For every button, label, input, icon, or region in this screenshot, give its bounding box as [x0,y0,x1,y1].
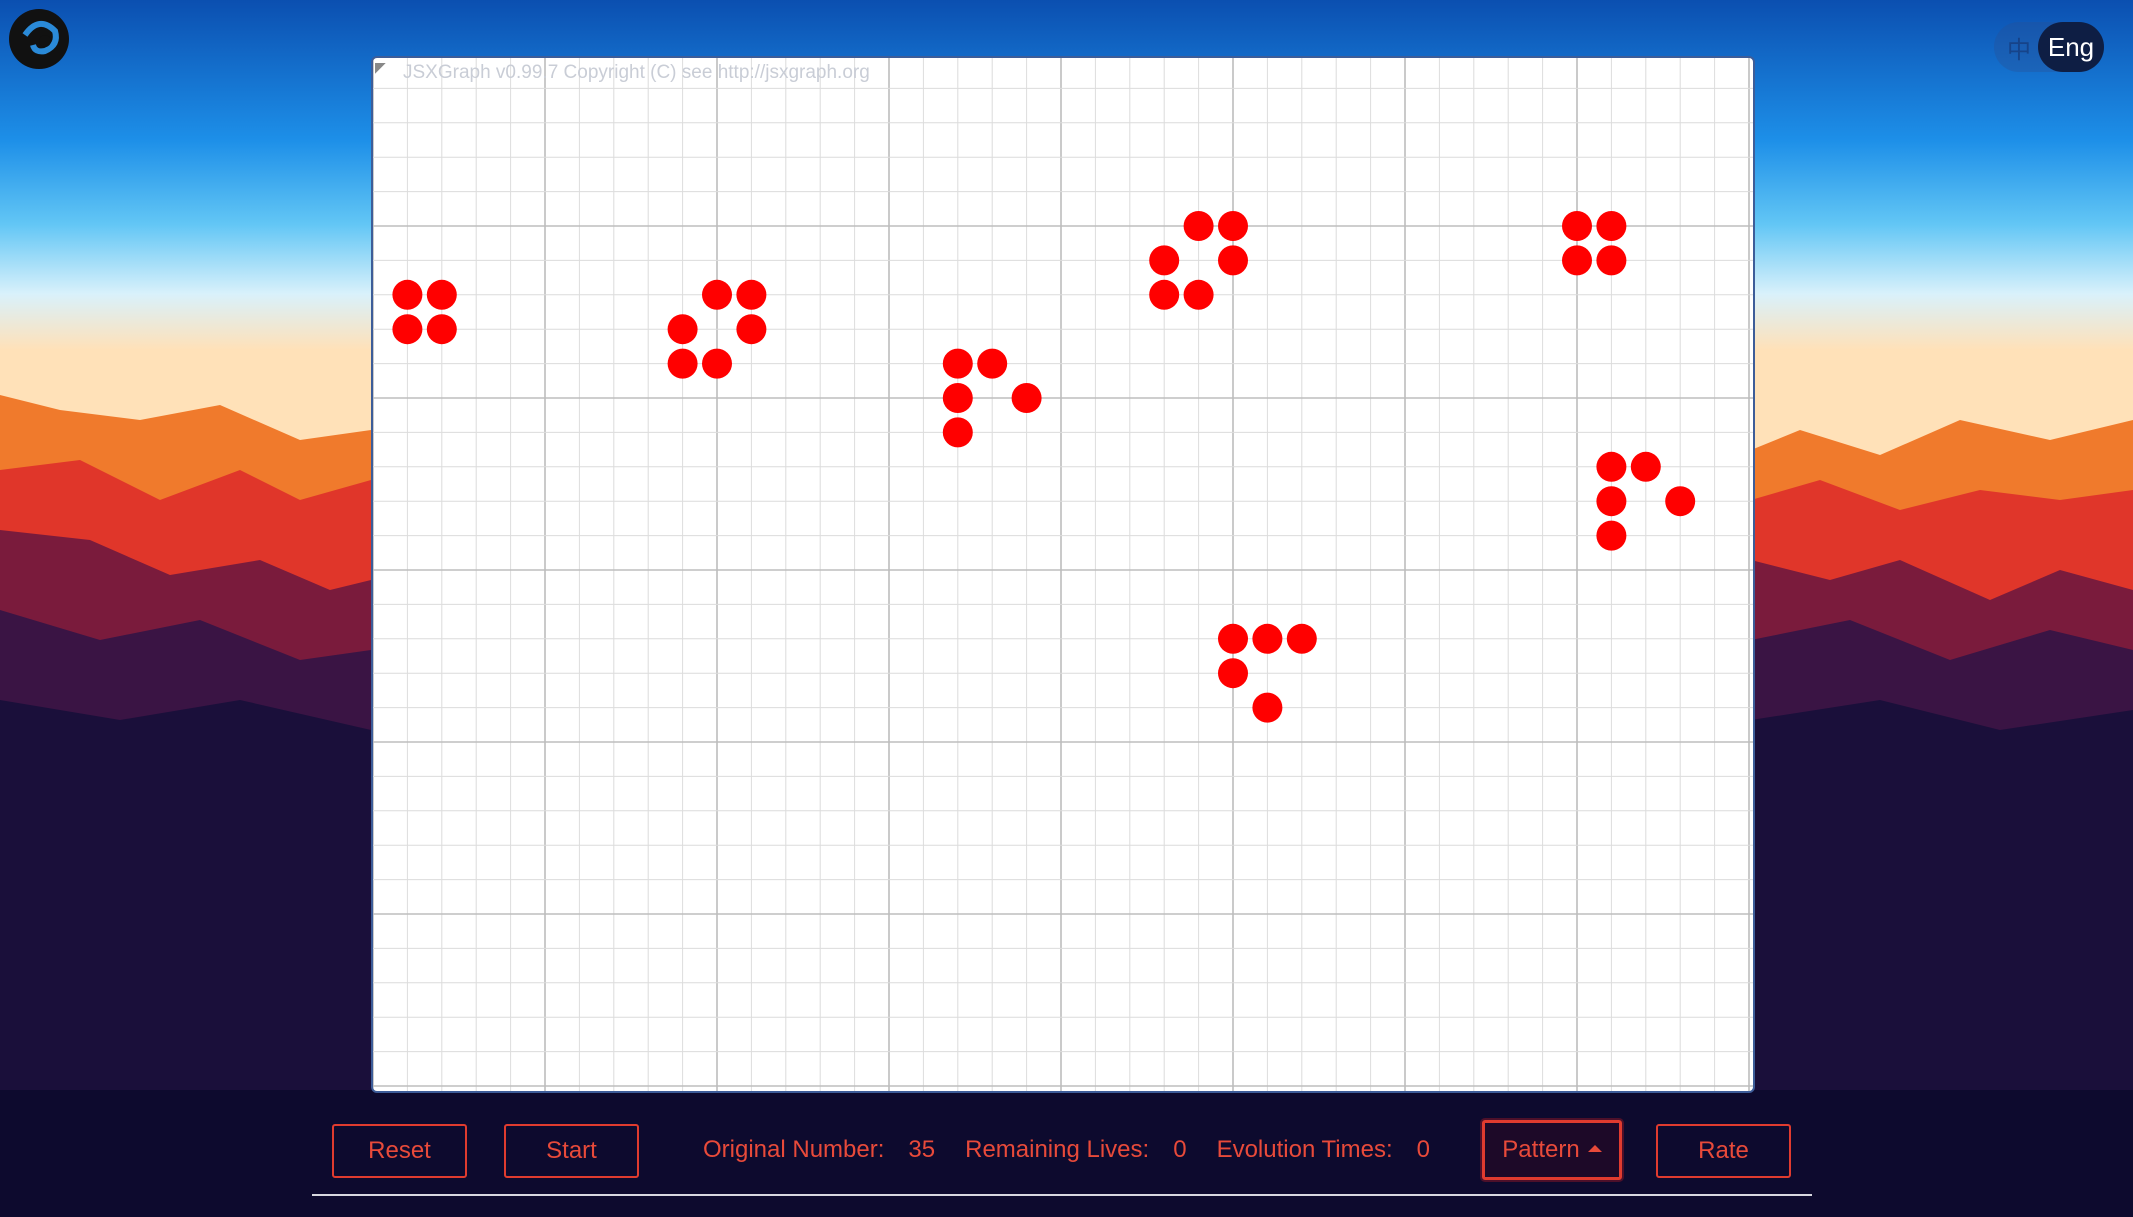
live-cell[interactable] [736,314,767,345]
live-cell[interactable] [667,314,698,345]
reset-button[interactable]: Reset [332,1124,467,1178]
original-number-value: 35 [908,1136,936,1163]
live-cell[interactable] [1562,211,1592,241]
live-cell[interactable] [942,383,973,413]
live-cell[interactable] [1183,279,1214,310]
board-grid[interactable] [373,58,1753,1091]
live-cell[interactable] [1149,245,1180,276]
pattern-dropdown-button[interactable]: Pattern [1482,1120,1622,1180]
live-cell[interactable] [977,348,1008,379]
evolution-times-value: 0 [1416,1136,1430,1163]
live-cell[interactable] [1218,211,1248,241]
remaining-lives-label: Remaining Lives: [965,1136,1150,1163]
live-cell[interactable] [702,279,732,310]
live-cell[interactable] [942,417,973,448]
live-cell[interactable] [1252,623,1283,654]
live-cell[interactable] [736,279,767,310]
live-cell[interactable] [1596,486,1627,517]
live-cell[interactable] [667,348,698,379]
lang-option-english[interactable]: Eng [2038,22,2104,72]
live-cell[interactable] [702,348,732,379]
live-cell[interactable] [1149,279,1180,310]
start-button[interactable]: Start [504,1124,639,1178]
live-cell[interactable] [1596,245,1627,276]
remaining-lives-value: 0 [1173,1136,1187,1163]
swirl-logo-icon[interactable] [5,5,73,73]
stats-bar: Original Number: 35 Remaining Lives: 0 E… [703,1133,1460,1167]
live-cell[interactable] [426,279,457,310]
live-cell[interactable] [1218,623,1248,654]
board-corner-icon: ◤ [375,59,386,75]
evolution-times-label: Evolution Times: [1216,1136,1393,1163]
live-cell[interactable] [392,314,423,345]
live-cell[interactable] [1218,658,1248,689]
live-cell[interactable] [1596,211,1627,241]
live-cell[interactable] [1562,245,1592,276]
bottom-divider [312,1194,1812,1196]
lang-option-chinese[interactable]: 中 [1994,30,2044,65]
live-cell[interactable] [1665,486,1696,517]
live-cell[interactable] [1630,451,1661,482]
rate-button[interactable]: Rate [1656,1124,1791,1178]
live-cell[interactable] [1218,245,1248,276]
original-number-label: Original Number: [703,1136,885,1163]
live-cell[interactable] [1596,451,1627,482]
pattern-label: Pattern [1502,1136,1580,1163]
live-cell[interactable] [1011,383,1042,413]
live-cell[interactable] [1596,520,1627,551]
live-cell[interactable] [1183,211,1214,241]
caret-up-icon [1587,1144,1602,1152]
language-switch[interactable]: 中 Eng [1994,22,2104,72]
live-cell[interactable] [426,314,457,345]
live-cell[interactable] [1286,623,1317,654]
game-board[interactable]: ◤ JSXGraph v0.99.7 Copyright (C) see htt… [371,56,1755,1093]
live-cell[interactable] [392,279,423,310]
live-cell[interactable] [942,348,973,379]
live-cell[interactable] [1252,692,1283,723]
jsxgraph-copyright: JSXGraph v0.99.7 Copyright (C) see http:… [403,62,870,83]
